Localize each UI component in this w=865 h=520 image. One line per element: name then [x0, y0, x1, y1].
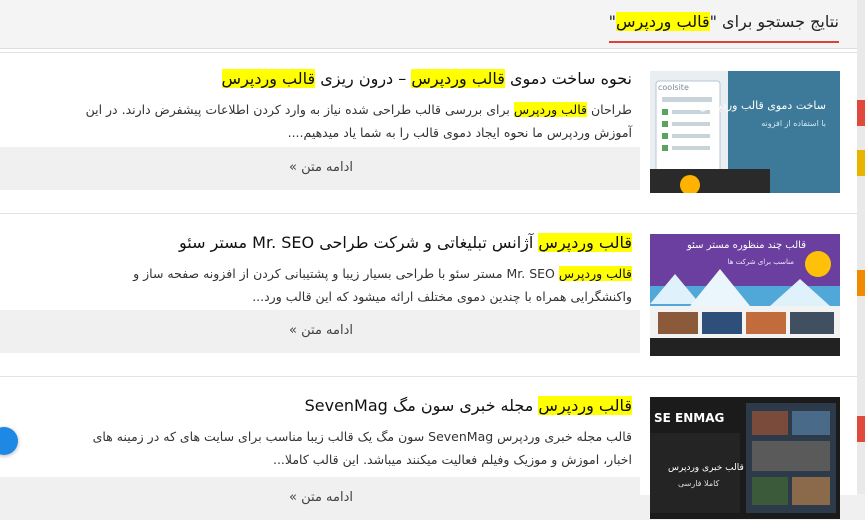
search-results-title: نتایج جستجو برای "قالب وردپرس" — [608, 12, 839, 43]
title-highlight: قالب وردپرس — [221, 69, 316, 88]
thumbnail-caption: ساخت دموی قالب وردپرس — [699, 99, 826, 112]
quote-mark: " — [608, 12, 617, 31]
search-query: قالب وردپرس — [616, 12, 710, 31]
result-card: قالب چند منظوره مستر سئو مناسب برای شرکت… — [0, 213, 857, 356]
result-excerpt: قالب مجله خبری وردپرس SevenMag سون مگ یک… — [72, 425, 632, 471]
result-excerpt: قالب وردپرس Mr. SEO مستر سئو با طراحی بس… — [72, 262, 632, 308]
thumbnail-logo: coolsite — [658, 83, 689, 92]
title-text: نحوه ساخت دموی — [504, 69, 632, 88]
result-excerpt: طراحان قالب وردپرس برای بررسی قالب طراحی… — [72, 98, 632, 144]
quote-mark: " — [709, 12, 717, 31]
read-more-bar: ادامه متن » — [0, 147, 640, 190]
excerpt-text: قالب مجله خبری وردپرس SevenMag سون مگ یک… — [92, 429, 632, 467]
side-strip — [857, 0, 865, 494]
read-more-bar: ادامه متن » — [0, 310, 640, 353]
search-results-panel: نتایج جستجو برای "قالب وردپرس" ساخت دموی… — [0, 0, 857, 520]
side-badge-red[interactable] — [857, 416, 865, 442]
title-highlight: قالب وردپرس — [538, 233, 632, 252]
excerpt-highlight: قالب وردپرس — [513, 102, 587, 117]
read-more-link[interactable]: ادامه متن » — [289, 490, 353, 505]
title-text: – درون ریزی — [315, 69, 412, 88]
read-more-link[interactable]: ادامه متن » — [289, 160, 353, 175]
thumbnail-subcaption: کاملا فارسی — [678, 479, 720, 488]
thumbnail-caption: قالب چند منظوره مستر سئو — [686, 240, 806, 251]
read-more-bar: ادامه متن » — [0, 477, 640, 520]
result-title-link[interactable]: قالب وردپرس مجله خبری سون مگ SevenMag — [16, 396, 632, 415]
result-thumbnail[interactable]: ساخت دموی قالب وردپرس با استفاده از افزو… — [650, 71, 840, 193]
title-highlight: قالب وردپرس — [538, 396, 632, 415]
search-header: نتایج جستجو برای "قالب وردپرس" — [0, 0, 857, 49]
read-more-link[interactable]: ادامه متن » — [289, 323, 353, 338]
result-card: ساخت دموی قالب وردپرس با استفاده از افزو… — [0, 52, 857, 193]
result-title-link[interactable]: نحوه ساخت دموی قالب وردپرس – درون ریزی ق… — [16, 69, 632, 88]
title-text: مجله خبری سون مگ SevenMag — [304, 396, 539, 415]
result-title-link[interactable]: قالب وردپرس آژانس تبلیغاتی و شرکت طراحی … — [16, 233, 632, 252]
search-title-prefix: نتایج جستجو برای — [716, 12, 839, 31]
thumbnail-caption: قالب خبری وردپرس — [668, 463, 744, 473]
result-thumbnail[interactable]: قالب چند منظوره مستر سئو مناسب برای شرکت… — [650, 234, 840, 356]
excerpt-text: طراحان — [586, 102, 632, 117]
excerpt-highlight: قالب وردپرس — [558, 266, 632, 281]
excerpt-text: Mr. SEO مستر سئو با طراحی بسیار زیبا و پ… — [133, 266, 632, 304]
thumbnail-subcaption: با استفاده از افزونه — [761, 119, 826, 128]
side-badge-red[interactable] — [857, 100, 865, 126]
result-card: SE ENMAG قالب خبری وردپرس کاملا فارسی قا… — [0, 376, 857, 520]
thumbnail-subcaption: مناسب برای شرکت ها — [727, 258, 794, 266]
title-highlight: قالب وردپرس — [411, 69, 505, 88]
side-badge-yellow[interactable] — [857, 150, 865, 176]
title-text: آژانس تبلیغاتی و شرکت طراحی Mr. SEO مستر… — [178, 233, 539, 252]
result-thumbnail[interactable]: SE ENMAG قالب خبری وردپرس کاملا فارسی — [650, 397, 840, 519]
side-badge-orange[interactable] — [857, 270, 865, 296]
thumbnail-logo: SE ENMAG — [654, 411, 725, 425]
